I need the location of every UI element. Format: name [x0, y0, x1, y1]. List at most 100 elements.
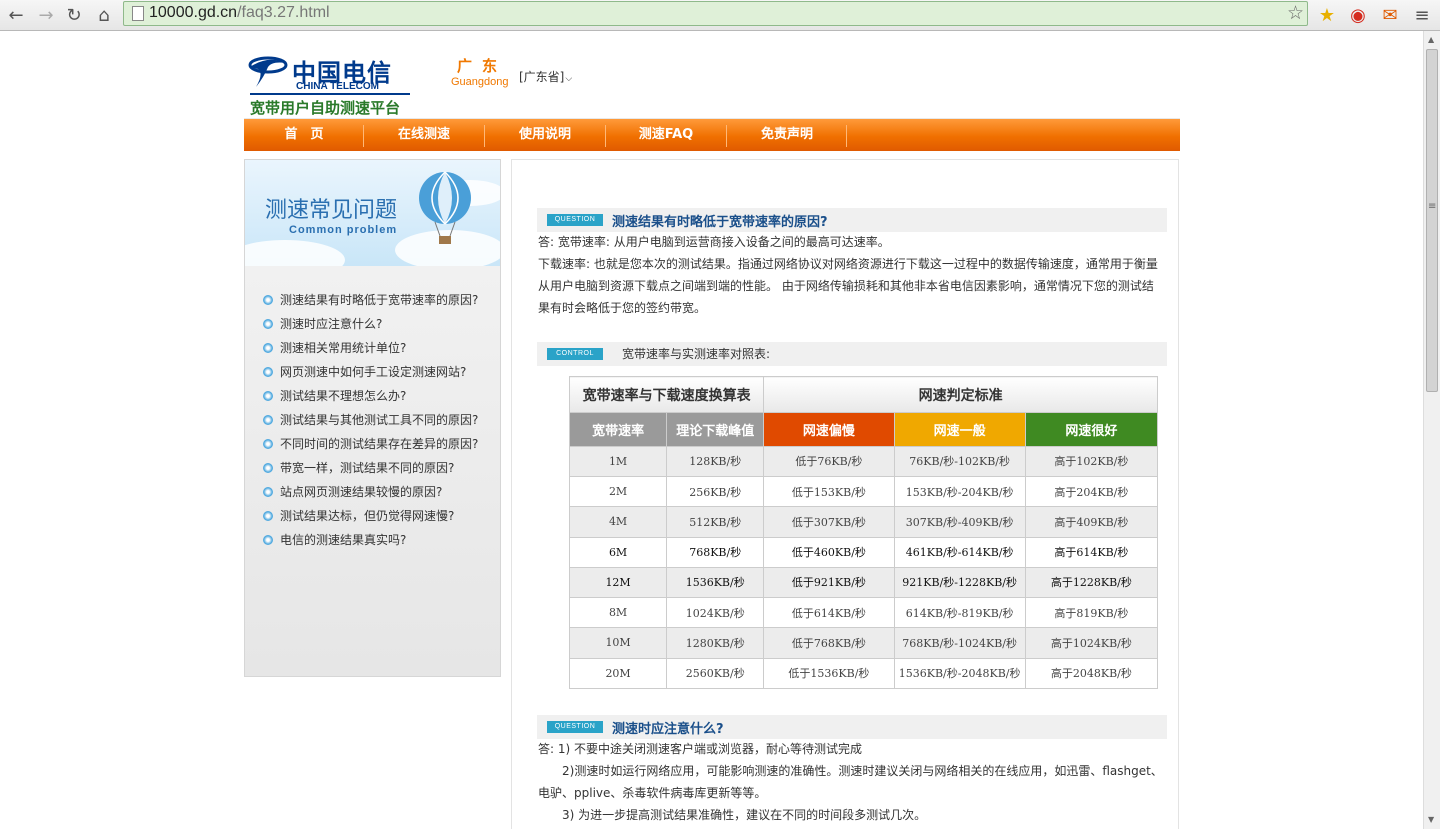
col-header: 网速偏慢 [763, 412, 895, 447]
table-cell: 1280KB/秒 [666, 627, 765, 659]
table-cell: 低于614KB/秒 [763, 597, 895, 629]
faq-link[interactable]: 站点网页测速结果较慢的原因? [263, 480, 478, 504]
table-cell: 低于460KB/秒 [763, 536, 895, 568]
faq-link-label: 测速时应注意什么? [280, 317, 383, 331]
bullet-icon [263, 511, 273, 521]
table-cell: 1024KB/秒 [666, 597, 765, 629]
question-title: 测速结果有时略低于宽带速率的原因? [612, 215, 828, 230]
bookmark-star-icon[interactable]: ☆ [1287, 2, 1304, 24]
url-host: 10000.gd.cn [149, 4, 238, 21]
table-cell: 153KB/秒-204KB/秒 [893, 475, 1026, 508]
page-icon [132, 6, 144, 21]
col-header: 网速很好 [1024, 412, 1159, 447]
bullet-icon [263, 415, 273, 425]
bullet-icon [263, 487, 273, 497]
table-cell: 低于76KB/秒 [763, 445, 895, 477]
faq-link-label: 站点网页测速结果较慢的原因? [280, 485, 443, 499]
faq-link[interactable]: 不同时间的测试结果存在差异的原因? [263, 432, 478, 456]
table-cell: 12M [568, 566, 668, 599]
nav-online-test[interactable]: 在线测速 [364, 119, 484, 152]
bullet-icon [263, 439, 273, 449]
bullet-icon [263, 295, 273, 305]
faq-content: QUESTION 测速结果有时略低于宽带速率的原因? 答: 宽带速率: 从用户电… [511, 159, 1179, 829]
table-cell: 307KB/秒-409KB/秒 [893, 506, 1026, 538]
table-cell: 2M [568, 475, 668, 508]
back-icon[interactable]: ← [4, 3, 28, 27]
region-pinyin: Guangdong [451, 76, 509, 88]
extension-star-icon[interactable]: ★ [1315, 3, 1339, 27]
vertical-scrollbar[interactable]: ▲ ≡ ▼ [1423, 31, 1440, 829]
faq-link-label: 测试结果达标，但仍觉得网速慢? [280, 509, 455, 523]
platform-title: 宽带用户自助测速平台 [250, 99, 401, 117]
url-text: 10000.gd.cn/faq3.27.html [149, 4, 330, 22]
nav-instructions[interactable]: 使用说明 [485, 119, 605, 152]
bullet-icon [263, 367, 273, 377]
table-cell: 1536KB/秒 [666, 566, 765, 599]
question-tag: QUESTION [547, 214, 603, 226]
faq-link[interactable]: 测速相关常用统计单位? [263, 336, 478, 360]
question-header: QUESTION 测速结果有时略低于宽带速率的原因? [537, 208, 1167, 232]
forward-icon[interactable]: → [34, 3, 58, 27]
province-select[interactable]: [广东省]⌵ [519, 68, 572, 85]
nav-disclaimer[interactable]: 免责声明 [727, 119, 847, 152]
bullet-icon [263, 343, 273, 353]
table-cell: 高于409KB/秒 [1024, 506, 1159, 538]
table-cell: 高于1024KB/秒 [1024, 627, 1159, 659]
control-title: 宽带速率与实测速率对照表: [622, 347, 771, 361]
nav-faq[interactable]: 测速FAQ [606, 119, 726, 152]
col-header: 网速一般 [893, 412, 1026, 447]
faq-link[interactable]: 测速时应注意什么? [263, 312, 478, 336]
faq-link-label: 不同时间的测试结果存在差异的原因? [280, 437, 479, 451]
faq-link[interactable]: 电信的测速结果真实吗? [263, 528, 478, 552]
menu-icon[interactable]: ≡ [1410, 3, 1434, 27]
faq-link[interactable]: 网页测速中如何手工设定测速网站? [263, 360, 478, 384]
answer-line: 2)测速时如运行网络应用，可能影响测速的准确性。测速时建议关闭与网络相关的在线应… [538, 764, 1163, 778]
rate-table: 宽带速率与下载速度换算表 网速判定标准 宽带速率 理论下载峰值 网速偏慢 网速一… [568, 375, 1159, 690]
hot-air-balloon-icon [419, 171, 471, 244]
nav-home[interactable]: 首 页 [244, 119, 364, 152]
table-cell: 高于614KB/秒 [1024, 536, 1159, 568]
bullet-icon [263, 535, 273, 545]
table-cell: 高于102KB/秒 [1024, 445, 1159, 477]
answer-line: 电驴、pplive、杀毒软件病毒库更新等等。 [538, 786, 767, 800]
extension-gift-icon[interactable]: ✉ [1378, 3, 1402, 27]
scroll-down-icon[interactable]: ▼ [1428, 815, 1434, 824]
table-cell: 921KB/秒-1228KB/秒 [893, 566, 1026, 599]
reload-icon[interactable]: ↻ [62, 3, 86, 27]
table-cell: 高于1228KB/秒 [1024, 566, 1159, 599]
faq-link[interactable]: 测速结果有时略低于宽带速率的原因? [263, 288, 478, 312]
answer-line: 下载速率: 也就是您本次的测试结果。指通过网络协议对网络资源进行下载这一过程中的… [538, 257, 1158, 271]
answer-line: 从用户电脑到资源下载点之间端到端的性能。 由于网络传输损耗和其他非本省电信因素影… [538, 279, 1154, 293]
weibo-icon[interactable]: ◉ [1346, 3, 1370, 27]
table-cell: 低于1536KB/秒 [763, 657, 895, 690]
table-cell: 高于204KB/秒 [1024, 475, 1159, 508]
col-header: 理论下载峰值 [666, 412, 765, 447]
home-icon[interactable]: ⌂ [92, 3, 116, 27]
table-cell: 20M [568, 657, 668, 690]
cloud-decoration [245, 240, 345, 266]
table-cell: 8M [568, 597, 668, 629]
table-cell: 低于768KB/秒 [763, 627, 895, 659]
table-header-left: 宽带速率与下载速度换算表 [568, 375, 765, 414]
table-cell: 256KB/秒 [666, 475, 765, 508]
scroll-up-icon[interactable]: ▲ [1428, 35, 1434, 44]
page: 中国电信 CHINA TELECOM 宽带用户自助测速平台 广东 Guangdo… [0, 31, 1423, 829]
table-cell: 10M [568, 627, 668, 659]
table-cell: 76KB/秒-102KB/秒 [893, 445, 1026, 477]
faq-link[interactable]: 测试结果不理想怎么办? [263, 384, 478, 408]
faq-link-label: 带宽一样，测试结果不同的原因? [280, 461, 455, 475]
china-telecom-logo[interactable]: 中国电信 CHINA TELECOM 宽带用户自助测速平台 [246, 53, 416, 117]
faq-link-label: 测速结果有时略低于宽带速率的原因? [280, 293, 479, 307]
scrollbar-thumb[interactable] [1426, 49, 1438, 392]
faq-link[interactable]: 带宽一样，测试结果不同的原因? [263, 456, 478, 480]
table-column-headers: 宽带速率 理论下载峰值 网速偏慢 网速一般 网速很好 [568, 412, 1159, 447]
nav-divider [846, 125, 847, 147]
faq-link[interactable]: 测试结果与其他测试工具不同的原因? [263, 408, 478, 432]
bullet-icon [263, 391, 273, 401]
table-cell: 2560KB/秒 [666, 657, 765, 690]
address-bar[interactable]: 10000.gd.cn/faq3.27.html ☆ [123, 1, 1308, 26]
faq-link[interactable]: 测试结果达标，但仍觉得网速慢? [263, 504, 478, 528]
table-cell: 128KB/秒 [666, 445, 765, 477]
table-cell: 高于819KB/秒 [1024, 597, 1159, 629]
table-cell: 1M [568, 445, 668, 477]
